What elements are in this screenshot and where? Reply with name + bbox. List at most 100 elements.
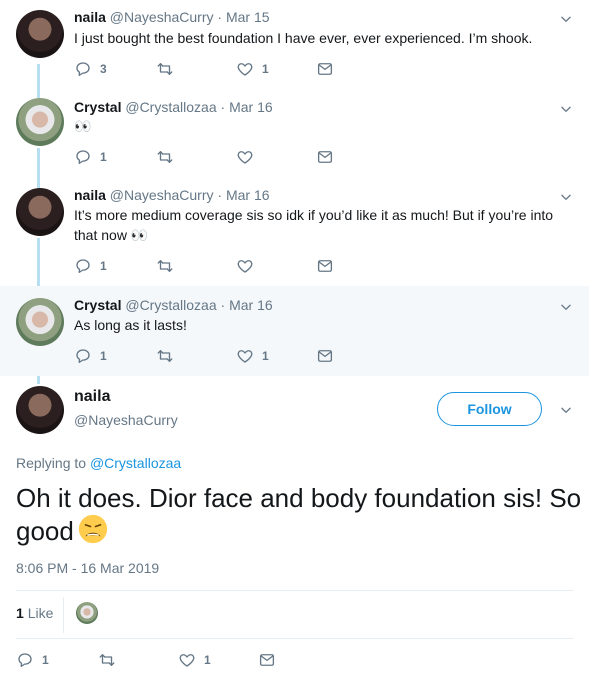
message-button[interactable] (316, 60, 334, 78)
author-handle[interactable]: @NayeshaCurry (110, 9, 214, 25)
likes-summary[interactable]: 1 Like (16, 605, 53, 621)
separator: · (220, 99, 226, 115)
retweet-icon (156, 60, 174, 78)
likes-label: Like (27, 605, 54, 621)
main-timestamp[interactable]: 8:06 PM - 16 Mar 2019 (16, 560, 159, 576)
tweet-date[interactable]: Mar 16 (226, 187, 270, 203)
reply-button[interactable]: 3 (74, 60, 107, 78)
likes-count: 1 (16, 605, 24, 621)
main-author-avatar[interactable] (16, 386, 64, 434)
tweet-text: I just bought the best foundation I have… (74, 30, 533, 46)
separator: · (220, 297, 226, 313)
reply-count: 1 (100, 150, 107, 164)
separator: · (217, 9, 223, 25)
retweet-button[interactable] (156, 148, 182, 166)
replying-to-link[interactable]: @Crystallozaa (90, 455, 181, 471)
like-count: 1 (262, 62, 269, 76)
replying-prefix: Replying to (16, 455, 87, 471)
avatar[interactable] (16, 188, 64, 236)
avatar[interactable] (16, 98, 64, 146)
tweet-date[interactable]: Mar 16 (229, 99, 273, 115)
reply-count: 3 (100, 62, 107, 76)
separator: · (217, 187, 223, 203)
reply-icon (74, 148, 92, 166)
reply-button[interactable]: 1 (74, 347, 107, 365)
reply-tweet[interactable]: Crystal @Crystallozaa · Mar 16 As long a… (0, 286, 589, 376)
chevron-down-icon[interactable] (559, 190, 573, 204)
divider (16, 638, 573, 639)
main-author-name[interactable]: naila (74, 388, 110, 406)
reply-count: 1 (42, 653, 49, 667)
heart-icon (236, 347, 254, 365)
replying-to: Replying to @Crystallozaa (16, 455, 181, 471)
reply-tweet[interactable]: naila @NayeshaCurry · Mar 15 I just boug… (0, 0, 589, 92)
like-button[interactable]: 1 (236, 60, 269, 78)
chevron-down-icon[interactable] (559, 403, 573, 417)
retweet-icon (156, 347, 174, 365)
reply-icon (74, 347, 92, 365)
message-icon (316, 60, 334, 78)
main-tweet-actions: 1 1 (16, 651, 316, 671)
author-name[interactable]: Crystal (74, 297, 121, 313)
retweet-icon (156, 148, 174, 166)
message-icon (316, 257, 334, 275)
weary-face-emoji (78, 514, 108, 544)
message-button[interactable] (316, 148, 334, 166)
chevron-down-icon[interactable] (559, 102, 573, 116)
tweet-header: Crystal @Crystallozaa · Mar 16 (74, 296, 273, 314)
like-button[interactable]: 1 (178, 651, 211, 669)
message-icon (316, 347, 334, 365)
message-button[interactable] (316, 257, 334, 275)
reply-icon (74, 257, 92, 275)
liker-avatar[interactable] (76, 602, 98, 624)
reply-button[interactable]: 1 (16, 651, 49, 669)
retweet-button[interactable] (156, 347, 182, 365)
author-name[interactable]: naila (74, 9, 106, 25)
message-icon (316, 148, 334, 166)
author-name[interactable]: naila (74, 187, 106, 203)
retweet-button[interactable] (156, 257, 182, 275)
avatar[interactable] (16, 10, 64, 58)
avatar[interactable] (16, 298, 64, 346)
reply-button[interactable]: 1 (74, 257, 107, 275)
reply-tweet[interactable]: naila @NayeshaCurry · Mar 16 It’s more m… (0, 180, 589, 286)
author-handle[interactable]: @Crystallozaa (125, 99, 216, 115)
main-author-handle[interactable]: @NayeshaCurry (74, 412, 178, 428)
divider (16, 590, 573, 591)
heart-icon (236, 148, 254, 166)
reply-icon (16, 651, 34, 669)
reply-count: 1 (100, 349, 107, 363)
retweet-icon (98, 651, 116, 669)
like-button[interactable] (236, 257, 262, 275)
message-button[interactable] (258, 651, 276, 669)
tweet-date[interactable]: Mar 15 (226, 9, 270, 25)
chevron-down-icon[interactable] (559, 12, 573, 26)
author-name[interactable]: Crystal (74, 99, 121, 115)
like-count: 1 (204, 653, 211, 667)
message-icon (258, 651, 276, 669)
author-handle[interactable]: @NayeshaCurry (110, 187, 214, 203)
heart-icon (236, 60, 254, 78)
tweet-header: naila @NayeshaCurry · Mar 15 (74, 8, 270, 26)
reply-icon (74, 60, 92, 78)
tweet-header: Crystal @Crystallozaa · Mar 16 (74, 98, 273, 116)
retweet-icon (156, 257, 174, 275)
follow-button[interactable]: Follow (437, 392, 542, 426)
reply-count: 1 (100, 259, 107, 273)
divider (63, 597, 64, 633)
like-button[interactable]: 1 (236, 347, 269, 365)
reply-tweet[interactable]: Crystal @Crystallozaa · Mar 16 👀 1 (0, 92, 589, 180)
chevron-down-icon[interactable] (559, 300, 573, 314)
retweet-button[interactable] (98, 651, 124, 669)
tweet-date[interactable]: Mar 16 (229, 297, 273, 313)
message-button[interactable] (316, 347, 334, 365)
like-button[interactable] (236, 148, 262, 166)
retweet-button[interactable] (156, 60, 182, 78)
heart-icon (236, 257, 254, 275)
like-count: 1 (262, 349, 269, 363)
tweet-text: As long as it lasts! (74, 317, 187, 333)
author-handle[interactable]: @Crystallozaa (125, 297, 216, 313)
reply-button[interactable]: 1 (74, 148, 107, 166)
tweet-text: 👀 (74, 118, 92, 134)
tweet-header: naila @NayeshaCurry · Mar 16 (74, 186, 270, 204)
